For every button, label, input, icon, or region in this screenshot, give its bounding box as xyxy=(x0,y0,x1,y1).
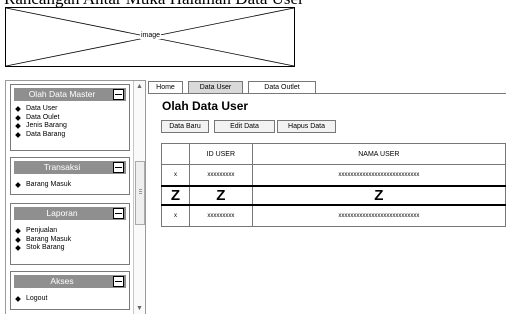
panel-menu: Data User Data Oulet Jenis Barang Data B… xyxy=(11,105,129,139)
panel-laporan: Laporan Penjualan Barang Masuk Stok Bara… xyxy=(10,203,130,265)
menu-item-data-user[interactable]: Data User xyxy=(11,105,129,114)
panel-title: Laporan xyxy=(46,208,78,218)
panel-header: Akses xyxy=(14,275,126,288)
panel-menu: Barang Masuk xyxy=(11,181,129,190)
cell-nama-user: xxxxxxxxxxxxxxxxxxxxxxxxxxx xyxy=(251,164,506,187)
sidebar: Olah Data Master Data User Data Oulet Je… xyxy=(5,80,146,314)
collapse-icon[interactable] xyxy=(113,162,124,173)
scroll-thumb[interactable] xyxy=(135,161,145,225)
cell-id-user: xxxxxxxxx xyxy=(188,164,253,187)
menu-item-data-barang[interactable]: Data Barang xyxy=(11,131,129,140)
panel-title: Transaksi xyxy=(43,162,81,172)
panel-title: Akses xyxy=(50,276,74,286)
column-header-nama-user: NAMA USER xyxy=(251,143,506,165)
new-data-button[interactable]: Data Baru xyxy=(161,120,209,133)
menu-item-logout[interactable]: Logout xyxy=(11,295,129,304)
cell-id-user: Z xyxy=(188,185,253,206)
cell-nama-user: Z xyxy=(251,185,506,206)
panel-menu: Penjualan Barang Masuk Stok Barang xyxy=(11,227,129,253)
edit-data-button[interactable]: Edit Data xyxy=(214,120,275,133)
table-row[interactable]: Z Z Z xyxy=(161,185,506,206)
delete-data-button[interactable]: Hapus Data xyxy=(277,120,336,133)
main-content: Home Data User Data Outlet Olah Data Use… xyxy=(148,80,506,313)
collapse-icon[interactable] xyxy=(113,89,124,100)
panel-title: Olah Data Master xyxy=(28,89,96,99)
panel-olah-data-master: Olah Data Master Data User Data Oulet Je… xyxy=(10,84,130,151)
image-placeholder-label: image xyxy=(140,32,162,39)
collapse-icon[interactable] xyxy=(113,208,124,219)
column-header-select xyxy=(161,143,190,165)
menu-item-penjualan[interactable]: Penjualan xyxy=(11,227,129,236)
menu-item-data-oulet[interactable]: Data Oulet xyxy=(11,114,129,123)
row-marker[interactable]: x xyxy=(161,204,190,227)
collapse-icon[interactable] xyxy=(113,276,124,287)
tab-bar: Home Data User Data Outlet xyxy=(148,80,506,94)
table-header-row: ID USER NAMA USER xyxy=(161,143,506,165)
grip-icon xyxy=(139,189,142,190)
menu-item-barang-masuk-report[interactable]: Barang Masuk xyxy=(11,236,129,245)
menu-item-barang-masuk[interactable]: Barang Masuk xyxy=(11,181,129,190)
tab-home[interactable]: Home xyxy=(148,81,183,93)
scroll-up-arrow-icon[interactable]: ▲ xyxy=(136,83,143,90)
cell-nama-user: xxxxxxxxxxxxxxxxxxxxxxxxxxx xyxy=(251,204,506,227)
cell-id-user: xxxxxxxxx xyxy=(188,204,253,227)
row-marker[interactable]: x xyxy=(161,164,190,187)
scroll-down-arrow-icon[interactable]: ▼ xyxy=(136,305,143,312)
image-placeholder: image xyxy=(5,7,295,67)
panel-header: Transaksi xyxy=(14,161,126,174)
panel-header: Laporan xyxy=(14,207,126,220)
column-header-id-user: ID USER xyxy=(188,143,253,165)
row-marker[interactable]: Z xyxy=(161,185,190,206)
sidebar-scrollbar[interactable]: ▲ ▼ xyxy=(133,81,145,314)
panel-menu: Logout xyxy=(11,295,129,304)
table-row[interactable]: x xxxxxxxxx xxxxxxxxxxxxxxxxxxxxxxxxxxx xyxy=(161,204,506,227)
user-table: ID USER NAMA USER x xxxxxxxxx xxxxxxxxxx… xyxy=(161,143,506,227)
tab-data-user[interactable]: Data User xyxy=(188,81,243,93)
panel-transaksi: Transaksi Barang Masuk xyxy=(10,157,130,195)
menu-item-stok-barang[interactable]: Stok Barang xyxy=(11,244,129,253)
table-row[interactable]: x xxxxxxxxx xxxxxxxxxxxxxxxxxxxxxxxxxxx xyxy=(161,164,506,187)
panel-akses: Akses Logout xyxy=(10,271,130,310)
menu-item-jenis-barang[interactable]: Jenis Barang xyxy=(11,122,129,131)
page-title: Olah Data User xyxy=(162,99,249,113)
tab-data-outlet[interactable]: Data Outlet xyxy=(248,81,316,93)
panel-header: Olah Data Master xyxy=(14,88,126,101)
